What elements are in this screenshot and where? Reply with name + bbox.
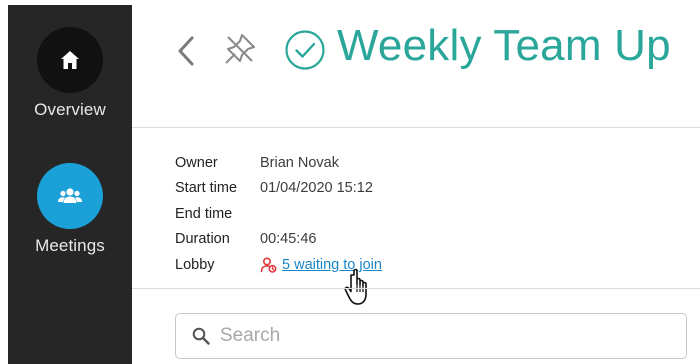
back-button[interactable] [174,33,198,69]
unpin-button[interactable] [222,31,258,67]
divider [132,127,700,128]
lobby-waiting-link[interactable]: 5 waiting to join [260,257,382,273]
duration-value: 00:45:46 [260,231,317,248]
search-icon [192,327,210,345]
app-window: Overview Meetings Weekly Team Up Owner B… [0,0,700,364]
owner-label: Owner [175,154,218,171]
sidebar-item-overview[interactable]: Overview [8,27,132,120]
people-icon [37,163,103,229]
detail-row-lobby: Lobby 5 waiting to join [175,252,382,278]
home-icon [37,27,103,93]
detail-row-duration: Duration 00:45:46 [175,227,382,253]
person-waiting-icon [260,257,277,273]
detail-row-end-time: End time [175,201,382,227]
start-time-value: 01/04/2020 15:12 [260,180,373,197]
lobby-label: Lobby [175,256,215,273]
detail-row-start-time: Start time 01/04/2020 15:12 [175,176,382,202]
owner-value: Brian Novak [260,154,339,171]
divider [132,288,700,289]
detail-row-owner: Owner Brian Novak [175,150,382,176]
sidebar: Overview Meetings [8,5,132,364]
start-time-label: Start time [175,180,238,197]
search-box[interactable] [175,313,687,359]
end-time-label: End time [175,205,233,222]
page-title: Weekly Team Up [337,21,671,70]
search-input[interactable] [218,324,662,348]
duration-label: Duration [175,231,230,248]
sidebar-item-label: Overview [34,100,106,119]
page-header: Weekly Team Up [132,5,700,127]
lobby-waiting-text: 5 waiting to join [282,256,382,273]
chevron-left-icon [178,36,194,66]
sidebar-item-meetings[interactable]: Meetings [8,163,132,256]
sidebar-item-label: Meetings [35,236,105,255]
meeting-details: Owner Brian Novak Start time 01/04/2020 … [175,150,382,278]
completed-check-icon [284,29,326,71]
unpin-icon [225,34,255,64]
